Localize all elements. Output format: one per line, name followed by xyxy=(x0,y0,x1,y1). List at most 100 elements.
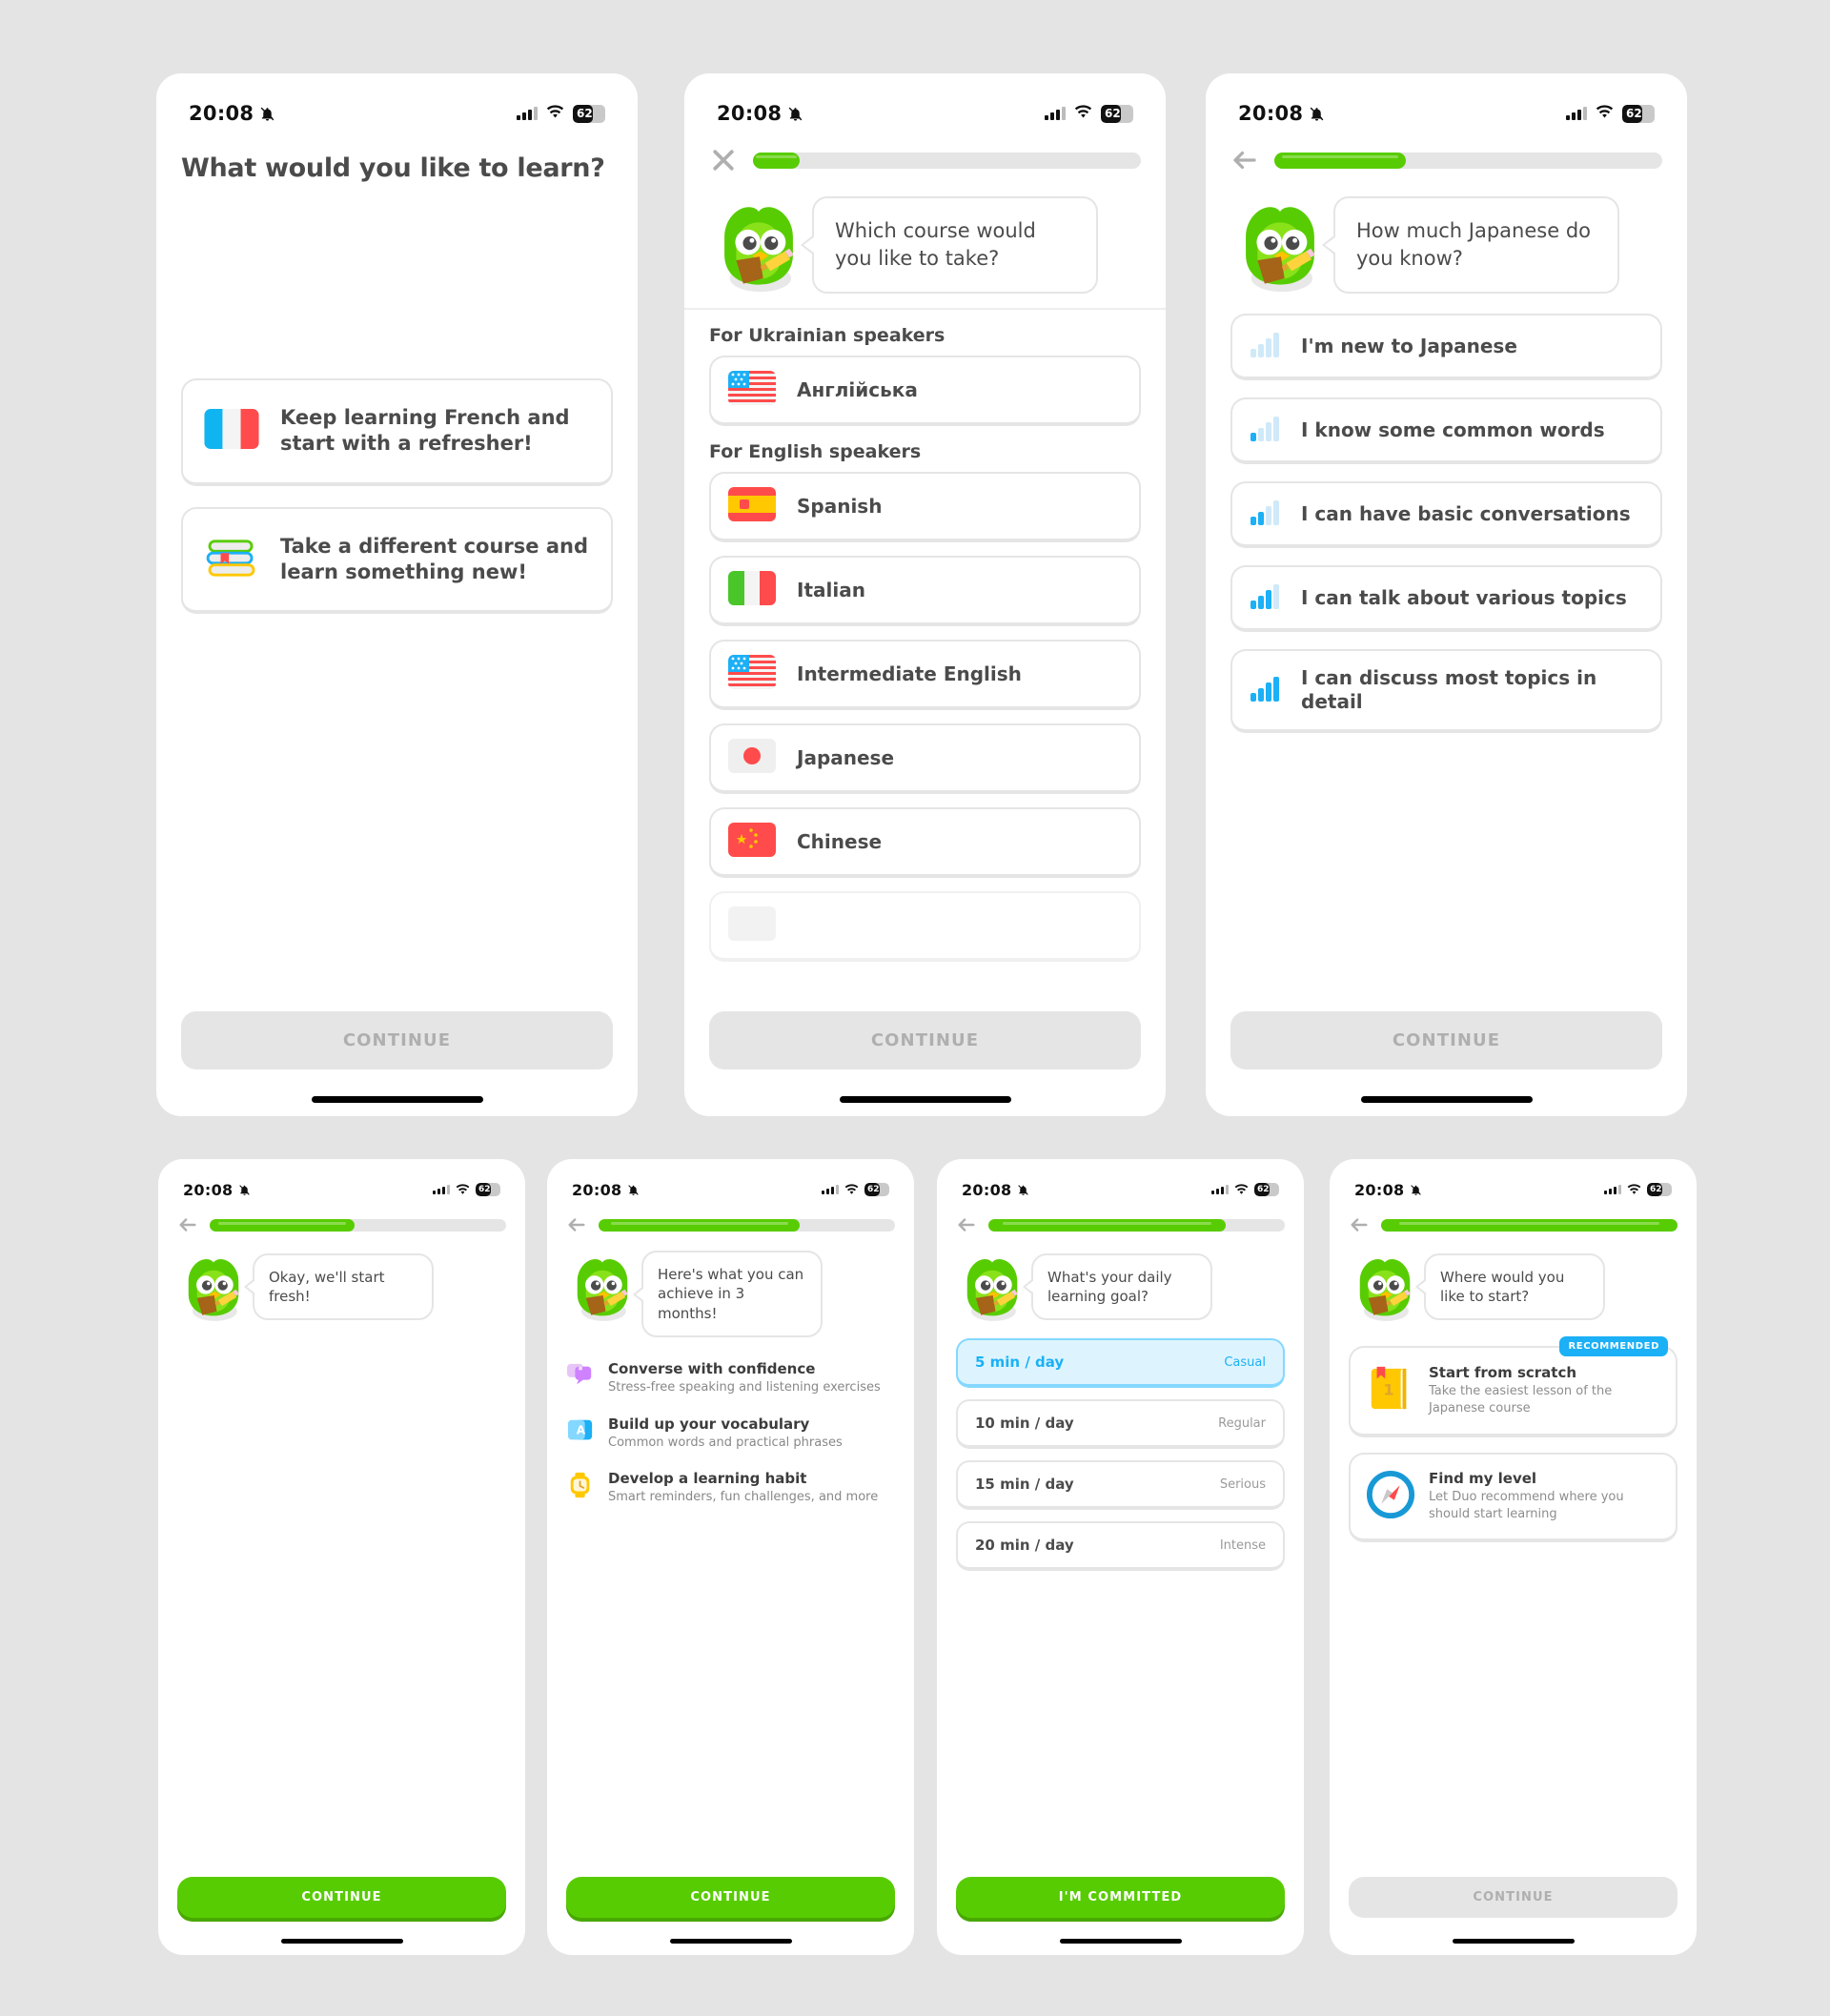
continue-button[interactable]: CONTINUE xyxy=(177,1877,506,1918)
nav-bar xyxy=(937,1205,1304,1243)
proficiency-label: I'm new to Japanese xyxy=(1301,334,1517,357)
back-arrow-icon[interactable] xyxy=(566,1214,587,1235)
continue-button[interactable]: CONTINUE xyxy=(1230,1011,1662,1069)
continue-button[interactable]: CONTINUE xyxy=(709,1011,1141,1069)
footer: CONTINUE xyxy=(1330,1877,1697,1955)
battery-indicator: 62 xyxy=(476,1183,500,1196)
back-arrow-icon[interactable] xyxy=(177,1214,198,1235)
daily-goal-content: 5 min / day Casual 10 min / day Regular … xyxy=(937,1333,1304,1877)
footer: I'M COMMITTED xyxy=(937,1877,1304,1955)
vocabulary-cards-icon: A xyxy=(566,1417,595,1444)
course-list-ukrainian: Англійська xyxy=(684,356,1166,426)
proficiency-option-list: I'm new to Japanese I know some common w… xyxy=(1206,308,1687,733)
onboarding-progress-bar xyxy=(599,1218,895,1232)
phone-screen-achievements: 20:08 62 Here's what you can achieve in … xyxy=(547,1159,914,1955)
back-arrow-icon[interactable] xyxy=(1230,146,1259,174)
footer: CONTINUE xyxy=(547,1877,914,1955)
back-arrow-icon[interactable] xyxy=(1349,1214,1370,1235)
bell-off-icon xyxy=(1309,106,1325,122)
goal-minutes: 5 min / day xyxy=(975,1354,1065,1371)
duo-bubble-row: How much Japanese do you know? xyxy=(1206,184,1687,308)
course-item-japanese[interactable]: Japanese xyxy=(709,723,1141,794)
clock-time: 20:08 xyxy=(189,102,254,125)
continue-button[interactable]: CONTINUE xyxy=(181,1011,613,1069)
goal-option-10min[interactable]: 10 min / day Regular xyxy=(956,1399,1285,1449)
battery-percent: 62 xyxy=(1257,1185,1270,1194)
signal-bars-icon xyxy=(1045,107,1066,120)
battery-indicator: 62 xyxy=(573,104,605,123)
course-item-spanish[interactable]: Spanish xyxy=(709,472,1141,542)
wifi-icon xyxy=(1234,1181,1249,1199)
svg-text:1: 1 xyxy=(1383,1381,1393,1399)
battery-percent: 62 xyxy=(867,1185,880,1194)
footer: CONTINUE xyxy=(684,1011,1166,1116)
proficiency-label: I know some common words xyxy=(1301,417,1605,441)
proficiency-option-some-words[interactable]: I know some common words xyxy=(1230,397,1662,464)
start-option-list: RECOMMENDED 1 Start from scratch Take th… xyxy=(1330,1333,1697,1543)
signal-bars-icon xyxy=(433,1185,450,1194)
duo-speech-bubble: Here's what you can achieve in 3 months! xyxy=(633,1251,823,1338)
signal-level-3-icon xyxy=(1250,582,1282,613)
start-option-title: Find my level xyxy=(1429,1470,1537,1487)
course-item-intermediate-english[interactable]: Intermediate English xyxy=(709,640,1141,710)
continue-button[interactable]: CONTINUE xyxy=(566,1877,895,1918)
goal-option-5min[interactable]: 5 min / day Casual xyxy=(956,1338,1285,1388)
course-item-italian[interactable]: Italian xyxy=(709,556,1141,626)
start-option-subtitle: Let Duo recommend where you should start… xyxy=(1429,1490,1624,1522)
course-label: Intermediate English xyxy=(797,662,1022,685)
proficiency-option-various-topics[interactable]: I can talk about various topics xyxy=(1230,565,1662,632)
course-item-chinese[interactable]: Chinese xyxy=(709,807,1141,878)
phone-screen-start-point: 20:08 62 Where would you like to start? … xyxy=(1330,1159,1697,1955)
goal-option-20min[interactable]: 20 min / day Intense xyxy=(956,1521,1285,1571)
bell-off-icon xyxy=(1017,1184,1029,1196)
learn-option-keep-french[interactable]: Keep learning French and start with a re… xyxy=(181,378,613,486)
start-point-content: RECOMMENDED 1 Start from scratch Take th… xyxy=(1330,1333,1697,1877)
learn-option-label: Take a different course and learn someth… xyxy=(280,534,588,583)
battery-percent: 62 xyxy=(577,107,593,120)
status-bar-right: 62 xyxy=(433,1181,500,1199)
course-label: Chinese xyxy=(797,830,883,853)
bell-off-icon xyxy=(1410,1184,1422,1196)
clock-time: 20:08 xyxy=(572,1180,622,1199)
bell-off-icon xyxy=(627,1184,640,1196)
back-arrow-icon[interactable] xyxy=(956,1214,977,1235)
onboarding-progress-bar xyxy=(1381,1218,1678,1232)
learn-option-different-course[interactable]: Take a different course and learn someth… xyxy=(181,506,613,615)
recommended-badge: RECOMMENDED xyxy=(1559,1336,1668,1356)
battery-indicator: 62 xyxy=(1647,1183,1672,1196)
course-item-partial[interactable] xyxy=(709,891,1141,962)
svg-text:A: A xyxy=(577,1423,586,1436)
battery-indicator: 62 xyxy=(864,1183,889,1196)
benefit-list: Converse with confidence Stress-free spe… xyxy=(547,1347,914,1506)
battery-percent: 62 xyxy=(478,1185,491,1194)
learn-option-label: Keep learning French and start with a re… xyxy=(280,406,570,456)
phone-screen-proficiency: 20:08 62 How much Japanese do you know? … xyxy=(1206,73,1687,1116)
commit-button[interactable]: I'M COMMITTED xyxy=(956,1877,1285,1918)
status-bar-left: 20:08 xyxy=(183,1181,251,1199)
course-label: Italian xyxy=(797,579,865,601)
duo-owl-mascot-icon xyxy=(566,1251,639,1323)
start-option-find-level[interactable]: Find my level Let Duo recommend where yo… xyxy=(1349,1453,1678,1543)
course-list-scroll[interactable]: For Ukrainian speakers Англійська For En… xyxy=(684,308,1166,1011)
status-bar-left: 20:08 xyxy=(572,1181,640,1199)
start-option-scratch[interactable]: RECOMMENDED 1 Start from scratch Take th… xyxy=(1349,1336,1678,1437)
proficiency-label: I can discuss most topics in detail xyxy=(1301,666,1597,713)
start-option-text: Find my level Let Duo recommend where yo… xyxy=(1429,1470,1660,1523)
wifi-icon xyxy=(546,104,564,123)
books-stack-icon xyxy=(204,536,259,583)
goal-option-15min[interactable]: 15 min / day Serious xyxy=(956,1460,1285,1510)
proficiency-option-most-topics[interactable]: I can discuss most topics in detail xyxy=(1230,649,1662,733)
nav-bar xyxy=(1330,1205,1697,1243)
battery-indicator: 62 xyxy=(1254,1183,1279,1196)
benefit-text: Converse with confidence Stress-free spe… xyxy=(608,1360,881,1396)
japan-flag-icon xyxy=(728,739,776,777)
benefit-text: Build up your vocabulary Common words an… xyxy=(608,1415,843,1452)
proficiency-option-new[interactable]: I'm new to Japanese xyxy=(1230,314,1662,380)
continue-button[interactable]: CONTINUE xyxy=(1349,1877,1678,1918)
close-icon[interactable] xyxy=(709,146,738,174)
flag-icon xyxy=(728,906,776,945)
goal-tier: Serious xyxy=(1219,1476,1266,1492)
proficiency-option-basic-conversations[interactable]: I can have basic conversations xyxy=(1230,481,1662,548)
course-item-anhliiska[interactable]: Англійська xyxy=(709,356,1141,426)
footer: CONTINUE xyxy=(156,1011,638,1116)
